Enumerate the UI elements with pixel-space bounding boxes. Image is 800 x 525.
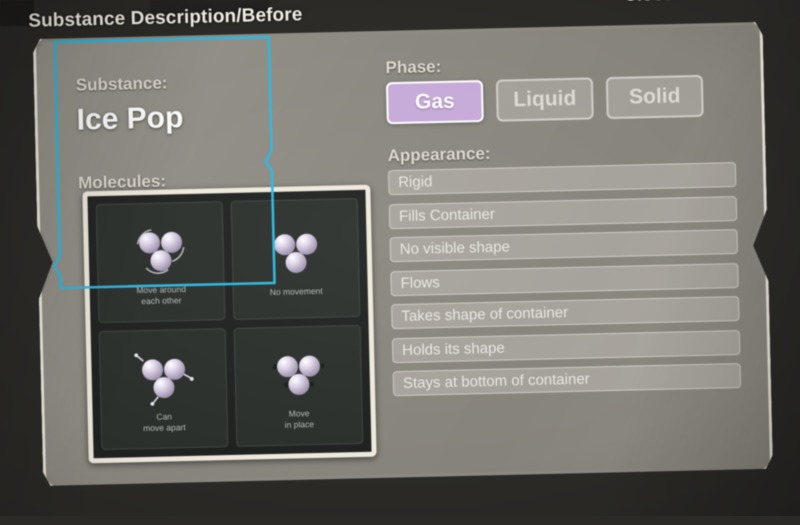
phase-option-gas[interactable]: Gas (385, 79, 484, 125)
appearance-option-holds-its-shape[interactable]: Holds its shape (391, 329, 741, 363)
phase-options: Gas Liquid Solid (385, 74, 704, 125)
appearance-option-fills-container[interactable]: Fills Container (388, 195, 738, 229)
molecule-option-caption: Move around each other (136, 284, 187, 307)
molecule-option-caption: Can move apart (143, 411, 186, 434)
substance-description-card: Substance: Ice Pop Molecules: Move aroun… (33, 17, 774, 490)
appearance-option-no-visible-shape[interactable]: No visible shape (389, 229, 739, 263)
appearance-option-takes-shape-of-container[interactable]: Takes shape of container (391, 296, 740, 330)
molecule-option-move-apart[interactable]: Can move apart (98, 328, 229, 451)
substance-field-label: Substance: (75, 73, 168, 95)
close-button[interactable]: Close (624, 0, 674, 6)
separating-molecules-icon (123, 344, 202, 408)
appearance-option-stays-at-bottom-of-container[interactable]: Stays at bottom of container (392, 363, 742, 397)
static-molecules-icon (256, 219, 335, 283)
phase-option-liquid[interactable]: Liquid (495, 77, 594, 122)
molecule-option-move-around[interactable]: Move around each other (95, 201, 226, 324)
molecule-option-move-in-place[interactable]: Move in place (233, 324, 364, 447)
molecules-panel: Move around each other No movement Can m… (82, 184, 377, 464)
molecules-grid: Move around each other No movement Can m… (95, 197, 364, 451)
molecule-option-caption: Move in place (284, 408, 315, 430)
rotating-molecules-icon (120, 217, 199, 281)
phase-option-solid[interactable]: Solid (605, 74, 704, 120)
substance-value: Ice Pop (76, 101, 184, 137)
appearance-field-label: Appearance: (387, 143, 491, 166)
molecule-option-caption: No movement (269, 286, 323, 298)
phase-field-label: Phase: (385, 56, 442, 78)
appearance-option-flows[interactable]: Flows (390, 262, 739, 296)
appearance-options: Rigid Fills Container No visible shape F… (387, 162, 742, 405)
vibrating-molecules-icon (258, 340, 337, 404)
molecule-option-no-movement[interactable]: No movement (230, 197, 361, 320)
